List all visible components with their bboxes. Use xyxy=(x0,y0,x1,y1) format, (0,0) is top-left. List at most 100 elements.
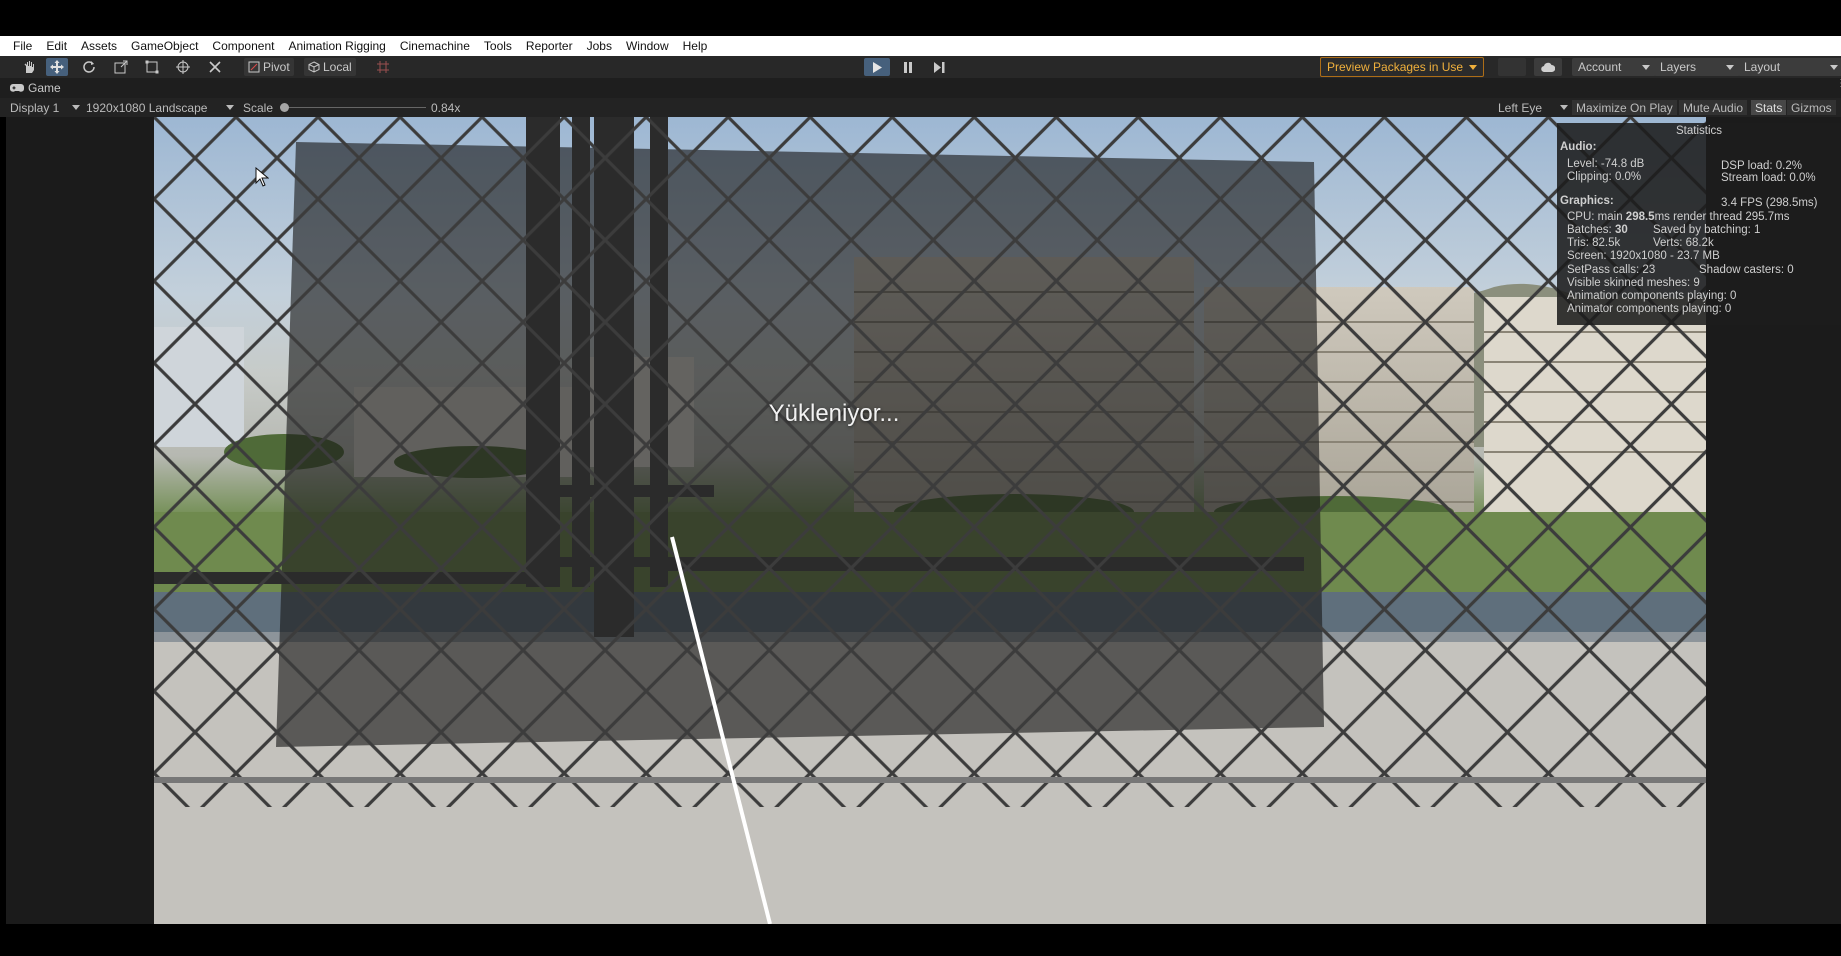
stats-level: Level: -74.8 dB xyxy=(1567,158,1645,170)
eye-dropdown[interactable]: Left Eye xyxy=(1498,100,1568,115)
chevron-down-icon xyxy=(1642,64,1650,70)
menu-item-edit[interactable]: Edit xyxy=(39,36,74,56)
chevron-down-icon xyxy=(1560,105,1568,110)
custom-tool-icon[interactable] xyxy=(204,58,226,76)
stats-clipping: Clipping: 0.0% xyxy=(1567,171,1642,183)
grid-snap-icon[interactable] xyxy=(372,58,394,76)
play-button[interactable] xyxy=(864,58,890,76)
scale-slider[interactable] xyxy=(280,100,426,115)
chevron-down-icon xyxy=(72,105,80,110)
local-toggle[interactable]: Local xyxy=(304,58,356,76)
stats-cpu: CPU: main 298.5ms render thread 295.7ms xyxy=(1567,211,1789,223)
bottom-letterbox xyxy=(0,924,1841,956)
chevron-down-icon xyxy=(1469,64,1478,70)
transform-tool-icon[interactable] xyxy=(172,58,194,76)
menu-item-help[interactable]: Help xyxy=(676,36,715,56)
scale-label: Scale xyxy=(243,100,274,115)
collab-button[interactable] xyxy=(1498,58,1526,76)
main-toolbar: Pivot Local Preview Packages in Use Acco… xyxy=(0,56,1841,78)
eye-label: Left Eye xyxy=(1498,100,1543,115)
stats-tris: Tris: 82.5k xyxy=(1567,237,1621,249)
pivot-icon xyxy=(248,61,260,73)
preview-packages-label: Preview Packages in Use xyxy=(1327,60,1464,74)
game-tab-bar: Game ⋮ xyxy=(0,78,1841,98)
cloud-button[interactable] xyxy=(1534,58,1562,76)
scale-tool-icon[interactable] xyxy=(110,58,132,76)
menu-item-animation-rigging[interactable]: Animation Rigging xyxy=(281,36,392,56)
layout-label: Layout xyxy=(1744,60,1781,74)
stats-verts: Verts: 68.2k xyxy=(1653,237,1714,249)
layers-dropdown[interactable]: Layers xyxy=(1654,58,1740,76)
layout-dropdown[interactable]: Layout xyxy=(1738,58,1841,76)
display-label: Display 1 xyxy=(10,100,60,115)
account-dropdown[interactable]: Account xyxy=(1572,58,1656,76)
stats-anim: Animation components playing: 0 xyxy=(1567,290,1737,302)
play-icon xyxy=(873,61,882,73)
stats-skinned: Visible skinned meshes: 9 xyxy=(1567,277,1700,289)
more-options-icon[interactable]: ⋮ xyxy=(1836,79,1841,94)
mouse-cursor-icon xyxy=(255,167,269,187)
stats-title: Statistics xyxy=(1675,125,1722,137)
maximize-on-play-toggle[interactable]: Maximize On Play xyxy=(1572,100,1677,115)
menu-item-file[interactable]: File xyxy=(0,36,39,56)
mute-audio-toggle[interactable]: Mute Audio xyxy=(1679,100,1748,115)
rect-tool-icon[interactable] xyxy=(141,58,163,76)
stats-setpass: SetPass calls: 23 xyxy=(1567,264,1656,276)
loading-text: Yükleniyor... xyxy=(768,400,900,427)
local-label: Local xyxy=(323,60,352,74)
stats-batches-value: 30 xyxy=(1614,224,1628,236)
menu-item-reporter[interactable]: Reporter xyxy=(519,36,580,56)
menu-bar: File Edit Assets GameObject Component Animati… xyxy=(0,36,1841,56)
layers-label: Layers xyxy=(1660,60,1697,74)
resolution-dropdown[interactable]: 1920x1080 Landscape xyxy=(86,100,234,115)
chevron-down-icon xyxy=(1726,64,1734,70)
stats-saved: Saved by batching: 1 xyxy=(1653,224,1761,236)
tab-game[interactable]: Game xyxy=(10,81,61,95)
chevron-down-icon xyxy=(226,105,234,110)
preview-packages-dropdown[interactable]: Preview Packages in Use xyxy=(1320,57,1485,77)
statistics-panel: Statistics Audio: Level: -74.8 dB Clippi… xyxy=(1557,123,1841,325)
game-render[interactable]: Yükleniyor... xyxy=(154,117,1706,924)
stats-cpu-suffix: ms render thread 295.7ms xyxy=(1654,211,1790,223)
step-icon xyxy=(933,61,944,73)
stats-fps: 3.4 FPS (298.5ms) xyxy=(1721,197,1818,209)
game-view-bar: Display 1 1920x1080 Landscape Scale 0.84… xyxy=(0,98,1841,117)
gamepad-icon xyxy=(10,84,24,92)
stats-graphics-header: Graphics: xyxy=(1560,195,1614,207)
resolution-label: 1920x1080 Landscape xyxy=(86,100,208,115)
account-label: Account xyxy=(1578,60,1622,74)
pivot-toggle[interactable]: Pivot xyxy=(244,58,294,76)
cloud-icon xyxy=(1541,62,1555,72)
scene-artwork xyxy=(154,117,1706,924)
stats-shadow: Shadow casters: 0 xyxy=(1699,264,1794,276)
menu-item-window[interactable]: Window xyxy=(619,36,676,56)
cube-icon xyxy=(308,61,320,73)
stats-toggle[interactable]: Stats xyxy=(1751,100,1787,115)
hand-tool-icon[interactable] xyxy=(18,58,40,76)
rotate-tool-icon[interactable] xyxy=(78,58,100,76)
menu-item-gameobject[interactable]: GameObject xyxy=(124,36,205,56)
stats-screen: Screen: 1920x1080 - 23.7 MB xyxy=(1567,250,1720,262)
stats-batches-prefix: Batches: xyxy=(1567,224,1615,236)
move-tool-icon[interactable] xyxy=(46,58,68,76)
stats-dsp: DSP load: 0.2% xyxy=(1721,160,1802,172)
gizmos-toggle[interactable]: Gizmos xyxy=(1787,100,1836,115)
scale-value: 0.84x xyxy=(431,100,461,115)
stats-stream: Stream load: 0.0% xyxy=(1721,172,1816,184)
menu-item-component[interactable]: Component xyxy=(205,36,281,56)
pivot-label: Pivot xyxy=(263,60,290,74)
step-button[interactable] xyxy=(926,58,952,76)
chevron-down-icon xyxy=(1830,64,1838,70)
menu-item-assets[interactable]: Assets xyxy=(74,36,124,56)
tab-game-label: Game xyxy=(28,81,61,95)
pause-button[interactable] xyxy=(895,58,921,76)
menu-item-tools[interactable]: Tools xyxy=(477,36,519,56)
stats-animator: Animator components playing: 0 xyxy=(1567,303,1732,315)
stats-batches: Batches: 30 xyxy=(1567,224,1628,236)
pause-icon xyxy=(904,61,912,73)
stats-audio-header: Audio: xyxy=(1560,141,1597,153)
display-dropdown[interactable]: Display 1 xyxy=(10,100,80,115)
menu-item-jobs[interactable]: Jobs xyxy=(580,36,619,56)
menu-item-cinemachine[interactable]: Cinemachine xyxy=(393,36,477,56)
stats-cpu-main: 298.5 xyxy=(1625,211,1655,223)
